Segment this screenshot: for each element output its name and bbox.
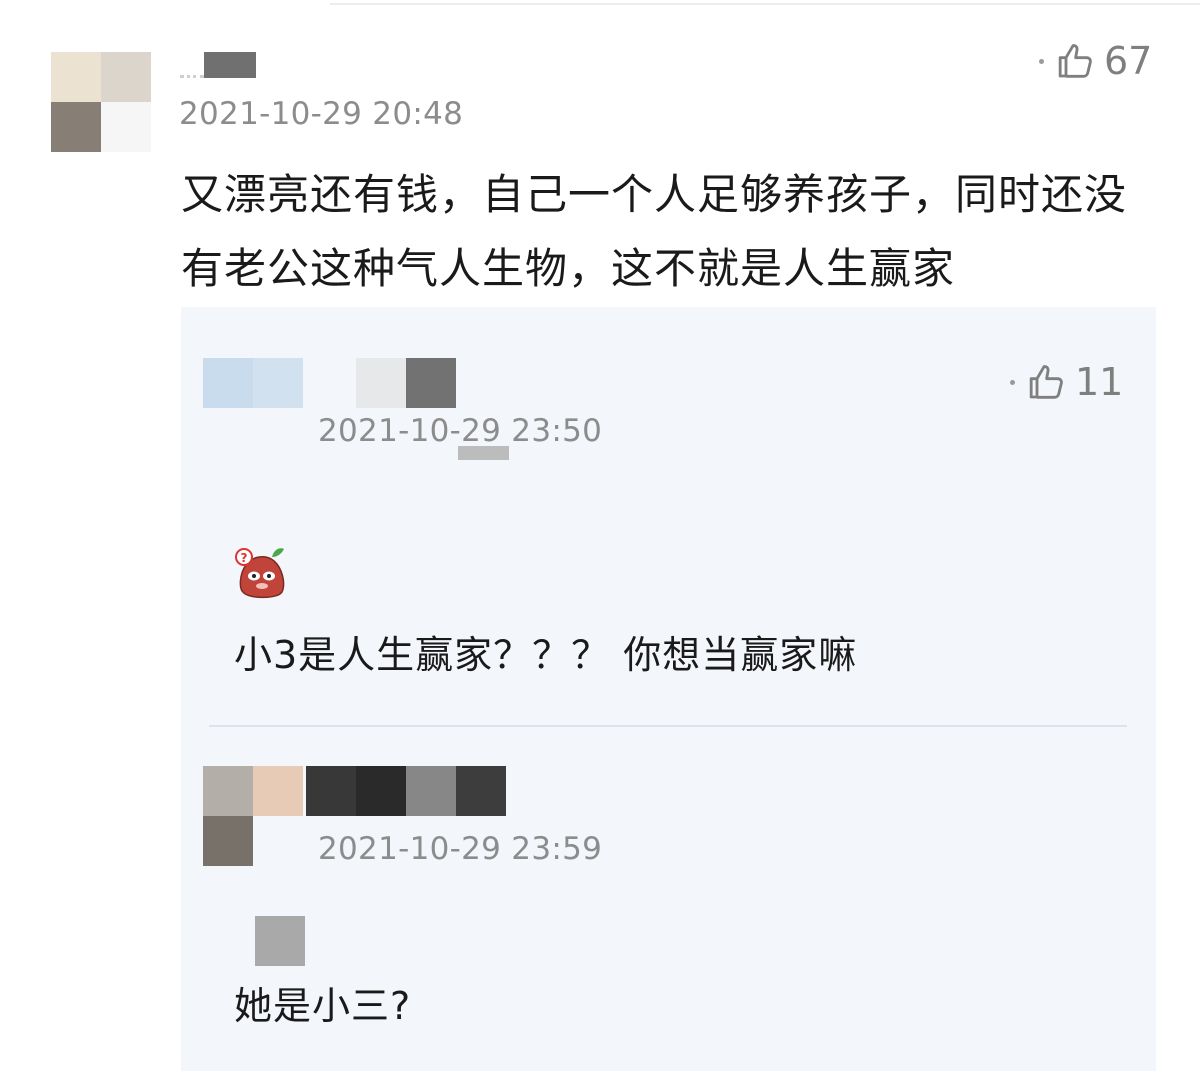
- avatar[interactable]: [51, 52, 151, 152]
- comment-like-button[interactable]: 67: [1039, 39, 1152, 83]
- top-divider: [330, 3, 1200, 5]
- reply-avatar[interactable]: [203, 766, 303, 866]
- reply-text: 她是小三?: [234, 984, 412, 1028]
- reply-avatar[interactable]: [203, 358, 303, 408]
- reply-like-button[interactable]: 11: [1010, 360, 1123, 404]
- reply-timestamp: 2021-10-29 23:59: [318, 831, 603, 867]
- confused-potato-sticker: ?: [235, 548, 285, 599]
- reply-like-count: 11: [1075, 360, 1124, 404]
- comment-timestamp: 2021-10-29 20:48: [179, 96, 464, 132]
- thumbs-up-icon[interactable]: [1056, 41, 1096, 81]
- comment-like-count: 67: [1104, 39, 1153, 83]
- reply-text: 小3是人生赢家？？？ 你想当赢家嘛: [234, 633, 858, 677]
- reply-divider: [209, 725, 1127, 727]
- reply-timestamp: 2021-10-29 23:50: [318, 413, 603, 449]
- thumbs-up-icon[interactable]: [1027, 362, 1067, 402]
- username[interactable]: [180, 52, 256, 78]
- reply-username[interactable]: [306, 766, 506, 816]
- comment-text: 又漂亮还有钱，自己一个人足够养孩子，同时还没有老公这种气人生物，这不就是人生赢家: [181, 170, 1128, 293]
- reply-username[interactable]: [306, 358, 456, 408]
- svg-text:?: ?: [241, 551, 248, 565]
- separator-dot: [1010, 379, 1015, 385]
- mention-blur: [255, 916, 305, 966]
- separator-dot: [1039, 58, 1044, 64]
